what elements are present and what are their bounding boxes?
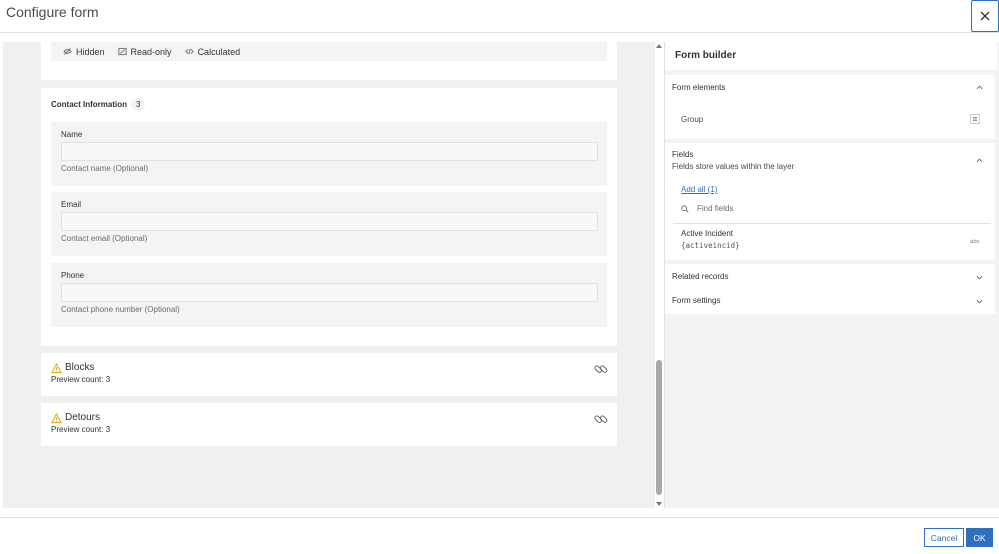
chevron-up-icon[interactable] xyxy=(976,84,983,91)
related-records-header: Related records xyxy=(672,272,729,281)
form-canvas: Hidden Read-only Calculated Contact Info… xyxy=(3,42,656,508)
preview-count: Preview count: 3 xyxy=(51,425,111,434)
warning-icon xyxy=(51,363,62,374)
related-record-card[interactable]: Blocks Preview count: 3 xyxy=(41,353,617,396)
field-card-partial[interactable]: Hidden Read-only Calculated xyxy=(41,42,617,80)
close-button[interactable] xyxy=(971,0,999,32)
link-icon xyxy=(594,415,608,423)
scroll-down-arrow-icon[interactable] xyxy=(656,502,662,506)
search-icon xyxy=(681,205,689,213)
panel-header: Form builder xyxy=(665,42,997,70)
form-builder-panel: Form builder Form elements Group Fields … xyxy=(664,42,999,508)
scroll-up-arrow-icon[interactable] xyxy=(656,44,662,48)
close-icon xyxy=(980,11,990,21)
field-item-name: {activeincid} xyxy=(681,241,740,250)
form-field-card[interactable]: Email Contact email (Optional) xyxy=(51,192,607,256)
fields-subtitle: Fields store values within the layer xyxy=(672,162,795,171)
field-hint: Contact email (Optional) xyxy=(61,234,148,243)
field-label: Name xyxy=(61,130,83,139)
related-record-title: Detours xyxy=(65,412,101,423)
field-properties: Hidden Read-only Calculated xyxy=(63,42,253,61)
add-all-link[interactable]: Add all (1) xyxy=(681,185,717,194)
panel-title: Form builder xyxy=(675,50,737,61)
property-read-only: Read-only xyxy=(118,47,172,57)
canvas-scrollbar[interactable] xyxy=(655,42,663,508)
preview-count: Preview count: 3 xyxy=(51,375,111,384)
fields-header[interactable]: Fields xyxy=(672,150,693,159)
related-record-title: Blocks xyxy=(65,362,95,373)
dialog-title: Configure form xyxy=(6,4,99,20)
property-label: Read-only xyxy=(130,46,172,57)
field-label: Email xyxy=(61,200,82,209)
read-only-icon xyxy=(118,47,127,56)
field-label: Phone xyxy=(61,271,85,280)
dialog-header: Configure form xyxy=(0,0,999,33)
property-hidden: Hidden xyxy=(63,47,105,57)
related-records-section[interactable]: Related records xyxy=(665,264,995,288)
form-elements-header[interactable]: Form elements xyxy=(672,83,725,92)
chevron-down-icon[interactable] xyxy=(976,274,983,281)
link-icon xyxy=(594,365,608,373)
form-settings-header: Form settings xyxy=(672,296,721,305)
chevron-down-icon[interactable] xyxy=(976,298,983,305)
group-element[interactable]: Group xyxy=(681,115,703,124)
property-calculated: Calculated xyxy=(184,46,241,57)
calculated-icon xyxy=(184,48,194,55)
find-fields-input[interactable]: Find fields xyxy=(697,204,733,213)
field-properties-area: Hidden Read-only Calculated xyxy=(51,42,607,61)
field-input-preview xyxy=(61,212,598,231)
property-label: Hidden xyxy=(76,46,105,57)
warning-icon xyxy=(51,413,62,424)
svg-text:abc: abc xyxy=(970,239,980,244)
field-hint: Contact name (Optional) xyxy=(61,164,149,173)
form-field-card[interactable]: Name Contact name (Optional) xyxy=(51,122,607,186)
field-item-label[interactable]: Active Incident xyxy=(681,229,733,238)
dialog-footer: Cancel OK xyxy=(0,517,999,554)
hidden-icon xyxy=(63,48,72,55)
chevron-up-icon[interactable] xyxy=(976,157,983,164)
fields-section: Fields Fields store values within the la… xyxy=(665,143,995,260)
group-title: Contact Information xyxy=(51,100,127,109)
form-settings-section[interactable]: Form settings xyxy=(665,288,995,314)
form-elements-section: Form elements Group xyxy=(665,75,995,139)
divider xyxy=(673,223,991,224)
form-field-card[interactable]: Phone Contact phone number (Optional) xyxy=(51,263,607,327)
property-label: Calculated xyxy=(197,46,241,57)
field-input-preview xyxy=(61,142,598,161)
related-record-card[interactable]: Detours Preview count: 3 xyxy=(41,403,617,446)
field-input-preview xyxy=(61,283,598,302)
cancel-button[interactable]: Cancel xyxy=(924,528,964,547)
text-type-icon: abc xyxy=(970,239,980,244)
scrollbar-thumb[interactable] xyxy=(656,360,662,495)
group-icon xyxy=(970,114,980,124)
group-card[interactable]: Contact Information 3 Name Contact name … xyxy=(41,88,617,346)
group-count-badge: 3 xyxy=(131,99,146,110)
field-hint: Contact phone number (Optional) xyxy=(61,305,180,314)
ok-button[interactable]: OK xyxy=(966,528,993,547)
